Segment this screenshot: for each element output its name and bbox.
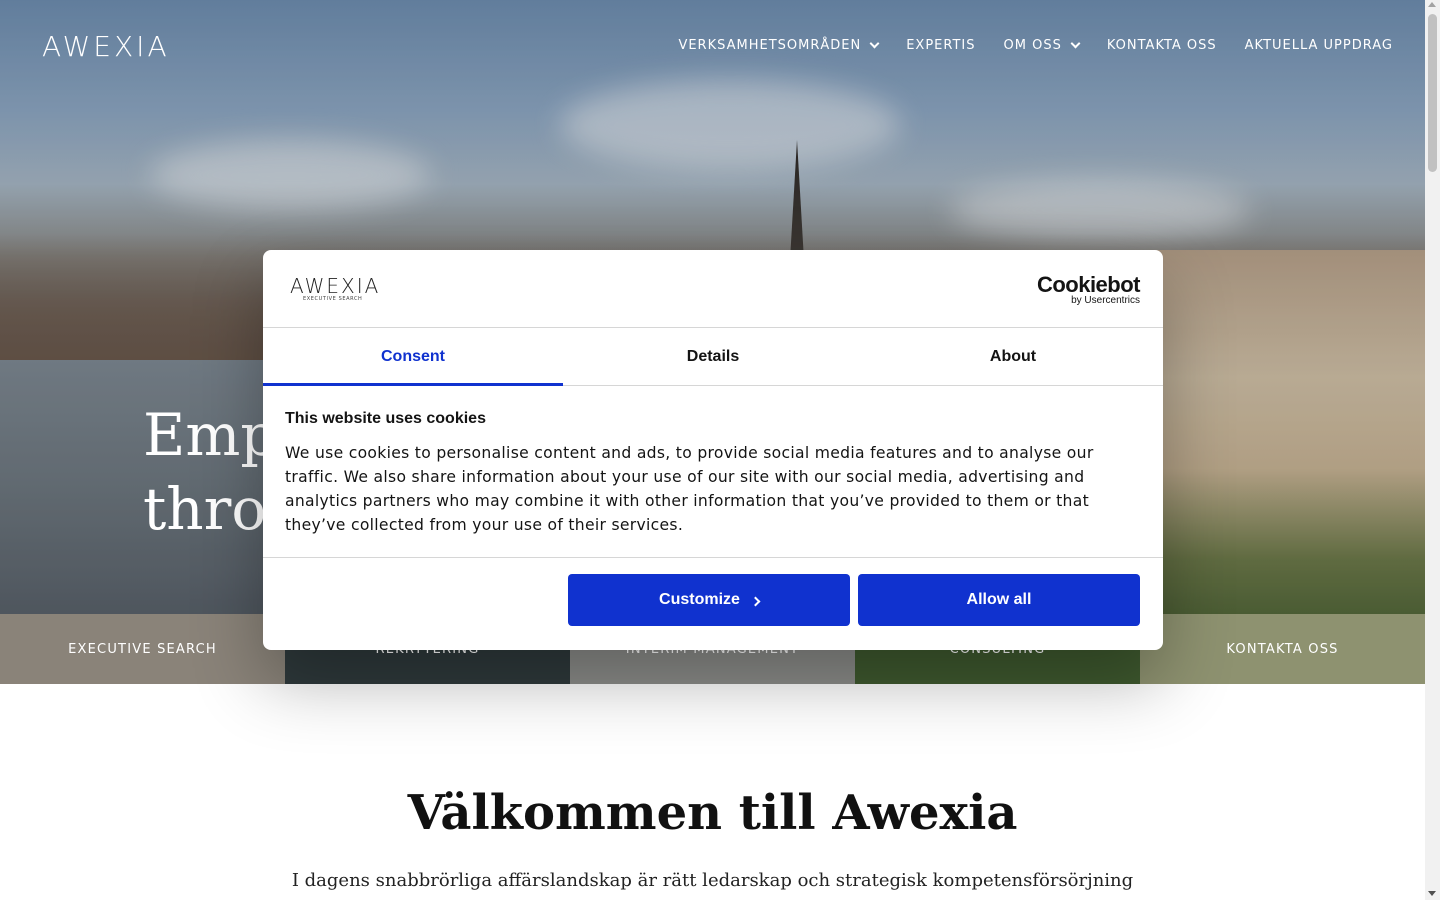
main-nav: VERKSAMHETSOMRÅDEN EXPERTIS OM OSS KONTA… [678, 38, 1393, 53]
dialog-description: We use cookies to personalise content an… [285, 444, 1094, 534]
dialog-body: This website uses cookies We use cookies… [263, 386, 1163, 558]
allow-all-button[interactable]: Allow all [858, 574, 1140, 626]
chevron-down-icon [1070, 38, 1081, 49]
dialog-title: This website uses cookies [285, 410, 486, 427]
customize-button[interactable]: Customize [568, 574, 850, 626]
nav-item-kontakta-oss[interactable]: KONTAKTA OSS [1107, 38, 1217, 53]
chevron-down-icon [869, 38, 880, 49]
cookiebot-logo[interactable]: Cookiebot by Usercentrics [1037, 272, 1141, 306]
scroll-down-arrow-icon[interactable] [1428, 891, 1436, 896]
page-scrollbar[interactable] [1425, 0, 1440, 900]
scrollbar-thumb[interactable] [1428, 14, 1437, 172]
tab-about[interactable]: About [863, 328, 1163, 385]
nav-item-label: AKTUELLA UPPDRAG [1244, 38, 1393, 53]
dialog-site-logo: AWEXIA [290, 274, 381, 298]
tab-details[interactable]: Details [563, 328, 863, 385]
nav-item-expertis[interactable]: EXPERTIS [906, 38, 975, 53]
intro-text: I dagens snabbrörliga affärslandskap är … [291, 870, 1134, 891]
strip-executive-search[interactable]: EXECUTIVE SEARCH [0, 614, 285, 684]
site-logo[interactable]: AWEXIA [42, 30, 170, 63]
scroll-up-arrow-icon[interactable] [1428, 2, 1436, 7]
nav-item-label: KONTAKTA OSS [1106, 38, 1217, 53]
chevron-right-icon [750, 596, 761, 607]
dialog-site-logo-subtitle: EXECUTIVE SEARCH [303, 296, 363, 302]
nav-item-label: OM OSS [1003, 38, 1062, 53]
nav-item-label: EXPERTIS [906, 38, 976, 53]
welcome-title: Välkommen till Awexia [407, 785, 1018, 841]
nav-item-label: VERKSAMHETSOMRÅDEN [678, 38, 862, 53]
customize-button-label: Customize [659, 591, 740, 608]
dialog-actions: Customize Allow all [263, 574, 1163, 626]
nav-item-aktuella-uppdrag[interactable]: AKTUELLA UPPDRAG [1245, 38, 1393, 53]
dialog-tabs: Consent Details About [263, 328, 1163, 386]
cookie-consent-dialog: AWEXIA EXECUTIVE SEARCH Cookiebot by Use… [263, 250, 1163, 650]
allow-all-button-label: Allow all [966, 591, 1032, 608]
strip-kontakta-oss[interactable]: KONTAKTA OSS [1140, 614, 1425, 684]
tab-consent[interactable]: Consent [263, 328, 563, 386]
dialog-header: AWEXIA EXECUTIVE SEARCH Cookiebot by Use… [263, 250, 1163, 328]
nav-item-om-oss[interactable]: OM OSS [1003, 38, 1081, 53]
nav-item-verksamhetsomraden[interactable]: VERKSAMHETSOMRÅDEN [678, 38, 880, 53]
